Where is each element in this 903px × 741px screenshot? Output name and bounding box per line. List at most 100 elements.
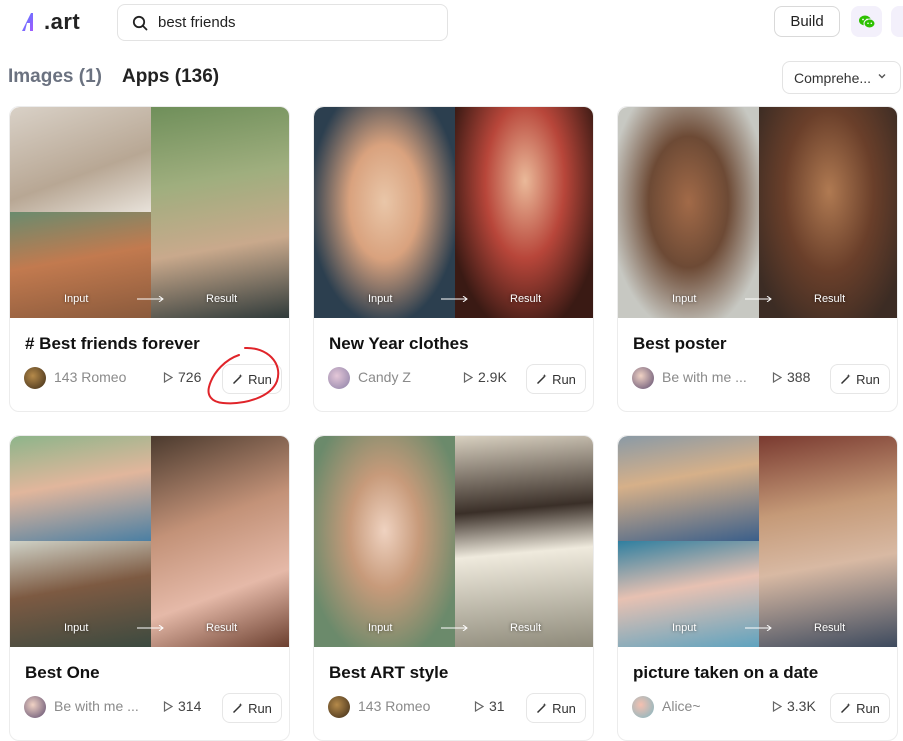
sort-selected: Comprehe... — [794, 69, 872, 86]
card-title: # Best friends forever — [25, 334, 200, 353]
wechat-button[interactable] — [851, 6, 882, 37]
input-label: Input — [368, 293, 393, 305]
build-button[interactable]: Build — [774, 6, 840, 37]
input-label: Input — [64, 622, 89, 634]
arrow-right-icon — [441, 296, 468, 302]
author-name[interactable]: Be with me ... — [54, 698, 139, 714]
card-meta: Candy Z 2.9K Run — [328, 364, 586, 394]
run-count-value: 388 — [787, 369, 811, 385]
wechat-icon — [858, 15, 875, 28]
card-preview-image: Input Result — [10, 107, 289, 318]
card-meta: Be with me ... 314 Run — [24, 693, 282, 723]
input-label: Input — [672, 622, 697, 634]
run-button[interactable]: Run — [526, 364, 586, 394]
result-label: Result — [206, 293, 238, 305]
run-count-value: 3.3K — [787, 698, 816, 714]
avatar[interactable] — [328, 367, 350, 389]
card-title: picture taken on a date — [633, 663, 819, 682]
logo[interactable]: .art — [20, 8, 80, 36]
input-label: Input — [672, 293, 697, 305]
app-card[interactable]: Input Result # Best friends forever 143 … — [9, 106, 290, 412]
result-label: Result — [814, 622, 846, 634]
arrow-right-icon — [745, 625, 772, 631]
tab-apps[interactable]: Apps (136) — [122, 64, 219, 90]
run-label: Run — [856, 371, 880, 387]
arrow-right-icon — [441, 625, 468, 631]
result-label: Result — [510, 622, 542, 634]
play-icon — [772, 700, 782, 712]
magic-wand-icon — [537, 703, 547, 714]
avatar[interactable] — [24, 696, 46, 718]
avatar[interactable] — [24, 367, 46, 389]
app-card[interactable]: Input Result picture taken on a date Ali… — [617, 435, 898, 741]
card-preview-image: Input Result — [314, 107, 593, 318]
run-count: 31 — [474, 698, 505, 714]
run-label: Run — [248, 371, 272, 387]
run-label: Run — [248, 700, 272, 716]
card-meta: Be with me ... 388 Run — [632, 364, 890, 394]
run-label: Run — [552, 700, 576, 716]
card-title: New Year clothes — [329, 334, 469, 353]
author-name[interactable]: Be with me ... — [662, 369, 747, 385]
author-name[interactable]: Alice~ — [662, 698, 701, 714]
magic-wand-icon — [841, 703, 851, 714]
card-meta: 143 Romeo 31 Run — [328, 693, 586, 723]
avatar[interactable] — [328, 696, 350, 718]
tab-images[interactable]: Images (1) — [8, 64, 102, 90]
run-button[interactable]: Run — [830, 364, 890, 394]
run-count: 3.3K — [772, 698, 816, 714]
app-card[interactable]: Input Result New Year clothes Candy Z 2.… — [313, 106, 594, 412]
run-count: 726 — [163, 369, 201, 385]
author-name[interactable]: 143 Romeo — [358, 698, 430, 714]
run-button[interactable]: Run — [222, 364, 282, 394]
card-meta: 143 Romeo 726 Run — [24, 364, 282, 394]
card-title: Best ART style — [329, 663, 449, 682]
run-button[interactable]: Run — [526, 693, 586, 723]
arrow-right-icon — [137, 296, 164, 302]
logo-text: .art — [44, 9, 81, 34]
app-card[interactable]: Input Result Best poster Be with me ... … — [617, 106, 898, 412]
run-count: 314 — [163, 698, 201, 714]
result-tabs: Images (1) Apps (136) — [8, 64, 219, 90]
author-name[interactable]: Candy Z — [358, 369, 411, 385]
card-title: Best One — [25, 663, 100, 682]
play-icon — [163, 700, 173, 712]
search-icon — [132, 15, 148, 30]
run-label: Run — [856, 700, 880, 716]
result-label: Result — [814, 293, 846, 305]
app-card[interactable]: Input Result Best ART style 143 Romeo 31… — [313, 435, 594, 741]
run-count: 388 — [772, 369, 810, 385]
magic-wand-icon — [233, 374, 243, 385]
magic-wand-icon — [841, 374, 851, 385]
run-count-value: 314 — [178, 698, 202, 714]
arrow-right-icon — [137, 625, 164, 631]
avatar[interactable] — [632, 367, 654, 389]
card-title: Best poster — [633, 334, 727, 353]
search-input[interactable]: best friends — [158, 14, 236, 31]
result-label: Result — [206, 622, 238, 634]
logo-mark-icon — [22, 13, 33, 31]
play-icon — [772, 371, 782, 383]
top-bar: .art best friends Build — [0, 0, 903, 52]
arrow-right-icon — [745, 296, 772, 302]
magic-wand-icon — [537, 374, 547, 385]
run-button[interactable]: Run — [830, 693, 890, 723]
sort-dropdown[interactable]: Comprehe... — [782, 61, 901, 94]
author-name[interactable]: 143 Romeo — [54, 369, 126, 385]
extra-button[interactable] — [891, 6, 903, 37]
input-label: Input — [368, 622, 393, 634]
card-meta: Alice~ 3.3K Run — [632, 693, 890, 723]
play-icon — [163, 371, 173, 383]
card-preview-image: Input Result — [314, 436, 593, 647]
avatar[interactable] — [632, 696, 654, 718]
card-preview-image: Input Result — [618, 436, 897, 647]
play-icon — [474, 700, 484, 712]
app-card[interactable]: Input Result Best One Be with me ... 314… — [9, 435, 290, 741]
run-count-value: 726 — [178, 369, 202, 385]
run-count: 2.9K — [463, 369, 507, 385]
search-bar[interactable]: best friends — [117, 4, 448, 41]
chevron-down-icon — [878, 74, 886, 79]
run-button[interactable]: Run — [222, 693, 282, 723]
input-label: Input — [64, 293, 89, 305]
magic-wand-icon — [233, 703, 243, 714]
